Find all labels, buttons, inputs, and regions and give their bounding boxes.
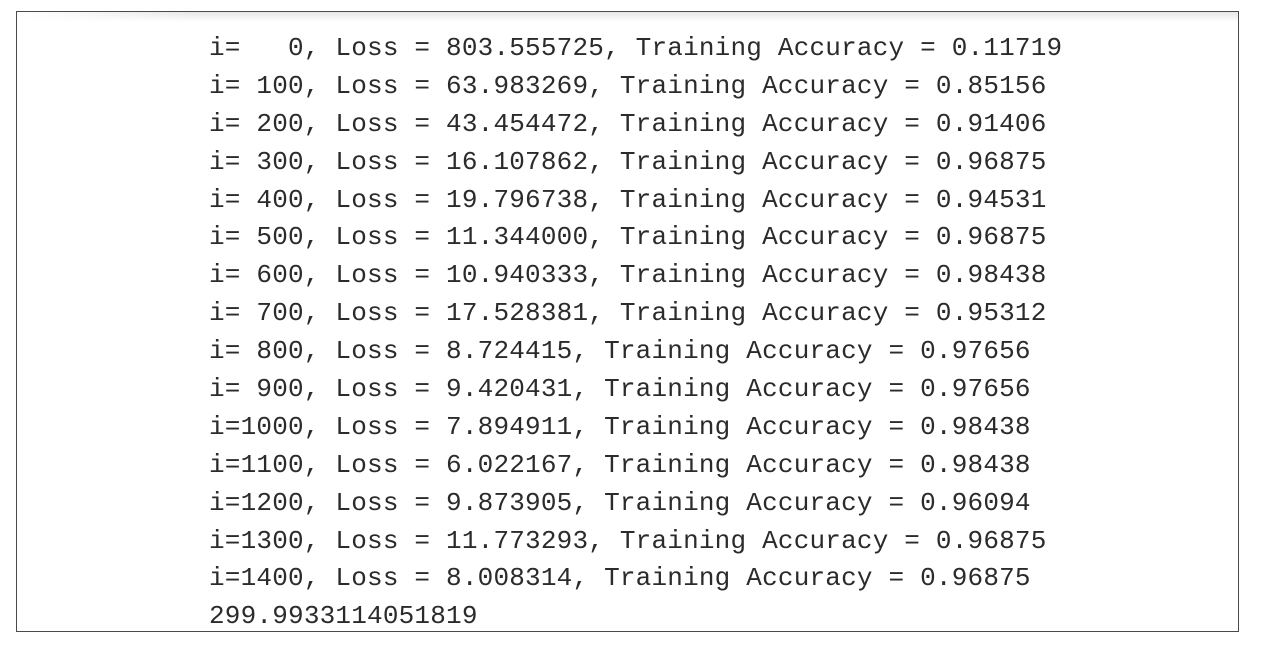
output-line: i= 700, Loss = 17.528381, Training Accur… [209, 298, 1047, 329]
output-line: i=1300, Loss = 11.773293, Training Accur… [209, 525, 1047, 556]
output-line: i= 800, Loss = 8.724415, Training Accura… [209, 336, 1031, 367]
output-line: i= 300, Loss = 16.107862, Training Accur… [209, 146, 1047, 177]
output-line: i= 600, Loss = 10.940333, Training Accur… [209, 260, 1047, 291]
output-line: i= 0, Loss = 803.555725, Training Accura… [209, 33, 1063, 63]
output-line: i= 200, Loss = 43.454472, Training Accur… [209, 108, 1047, 139]
cell-top-shadow [17, 12, 1238, 22]
output-line: i=1400, Loss = 8.008314, Training Accura… [209, 563, 1031, 594]
output-line: i= 400, Loss = 19.796738, Training Accur… [209, 184, 1047, 215]
output-line: i=1100, Loss = 6.022167, Training Accura… [209, 449, 1031, 480]
output-cell-frame: i= 0, Loss = 803.555725, Training Accura… [16, 11, 1239, 632]
output-line: i=1200, Loss = 9.873905, Training Accura… [209, 487, 1031, 518]
output-line: i= 100, Loss = 63.983269, Training Accur… [209, 70, 1047, 101]
output-line: i=1000, Loss = 7.894911, Training Accura… [209, 411, 1031, 442]
cell-output-text[interactable]: i= 0, Loss = 803.555725, Training Accura… [209, 30, 1063, 632]
cell-top-shadow-fade [17, 12, 197, 22]
output-line: i= 900, Loss = 9.420431, Training Accura… [209, 374, 1031, 405]
output-line: i= 500, Loss = 11.344000, Training Accur… [209, 222, 1047, 253]
output-result-value: 299.9933114051819 [209, 601, 478, 632]
